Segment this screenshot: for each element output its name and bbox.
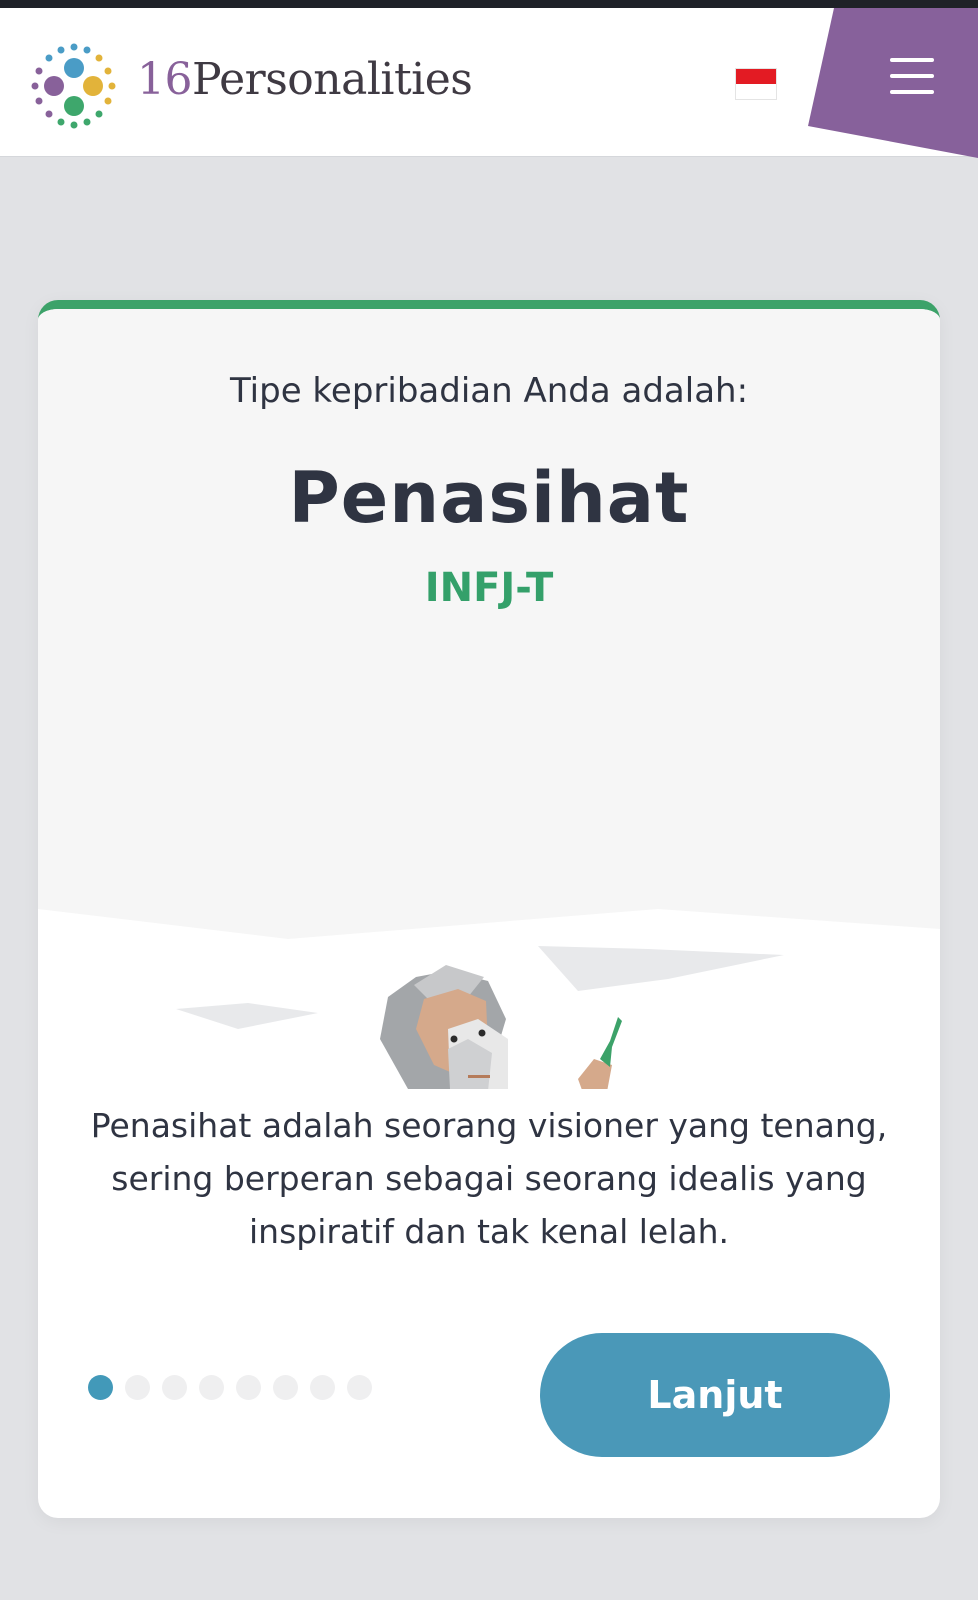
result-intro: Tipe kepribadian Anda adalah: <box>229 371 749 411</box>
progress-dot <box>88 1375 113 1400</box>
brand-wordmark[interactable]: 16Personalities <box>137 54 473 105</box>
advocate-wizard-illustration <box>176 946 784 1089</box>
progress-dot <box>273 1375 298 1400</box>
progress-dot <box>347 1375 372 1400</box>
personality-type-name: Penasihat <box>288 457 690 539</box>
progress-dot <box>236 1375 261 1400</box>
progress-dots <box>88 1375 384 1400</box>
brand-word: Personalities <box>192 54 473 105</box>
progress-dot <box>125 1375 150 1400</box>
indonesia-flag-icon[interactable] <box>735 68 777 100</box>
progress-dot <box>310 1375 335 1400</box>
progress-dot <box>199 1375 224 1400</box>
hamburger-menu-icon[interactable] <box>890 58 934 98</box>
progress-dot <box>162 1375 187 1400</box>
next-button[interactable]: Lanjut <box>540 1333 890 1457</box>
logo-dots-icon[interactable] <box>26 34 126 134</box>
result-card: Tipe kepribadian Anda adalah: Penasihat … <box>38 300 940 1518</box>
personality-type-code: INFJ-T <box>424 565 554 611</box>
status-bar <box>0 0 978 8</box>
brand-number: 16 <box>137 54 193 105</box>
type-description: Penasihat adalah seorang visioner yang t… <box>90 1106 888 1251</box>
